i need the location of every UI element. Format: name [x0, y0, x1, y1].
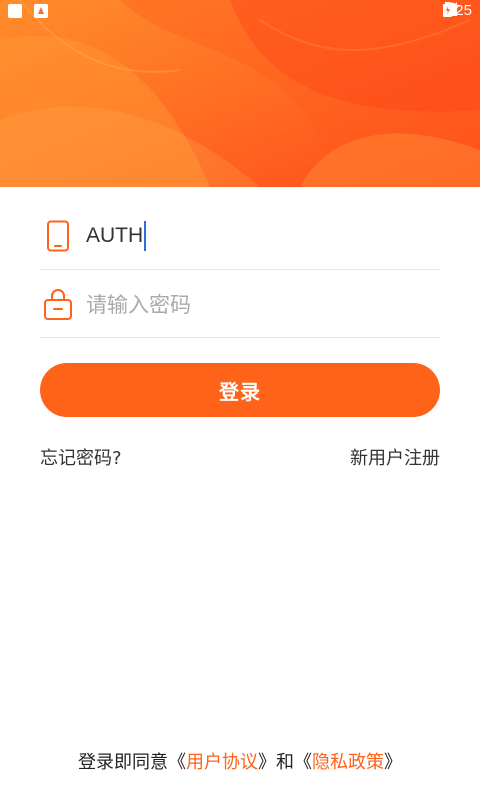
- agreement-prefix: 登录即同意: [78, 752, 168, 773]
- bracket-open: 《: [168, 752, 186, 773]
- header-background: [0, 0, 480, 187]
- lock-icon: [42, 288, 74, 320]
- app-a-icon: [34, 4, 48, 18]
- text-cursor: [144, 220, 147, 251]
- user-agreement-link[interactable]: 用户协议: [186, 752, 258, 773]
- battery-icon: [442, 2, 452, 17]
- privacy-policy-link[interactable]: 隐私政策: [312, 752, 384, 773]
- account-field[interactable]: AUTH: [40, 202, 440, 270]
- account-input-value[interactable]: AUTH: [86, 224, 143, 248]
- forgot-password-link[interactable]: 忘记密码?: [40, 444, 122, 470]
- header-banner: 2:25: [0, 0, 480, 187]
- status-bar: 2:25: [0, 0, 480, 24]
- agreement-and: 和: [276, 752, 294, 773]
- password-field[interactable]: 请输入密码: [40, 270, 440, 338]
- phone-icon: [42, 220, 74, 252]
- notification-square-icon: [8, 4, 22, 18]
- bracket-close: 》: [258, 752, 276, 773]
- login-button[interactable]: 登录: [40, 363, 440, 417]
- register-link[interactable]: 新用户注册: [350, 444, 440, 470]
- agreement-notice: 登录即同意《用户协议》和《隐私政策》: [0, 748, 480, 774]
- password-input[interactable]: 请输入密码: [86, 289, 191, 319]
- bracket-open-2: 《: [294, 752, 312, 773]
- bracket-close-2: 》: [384, 752, 402, 773]
